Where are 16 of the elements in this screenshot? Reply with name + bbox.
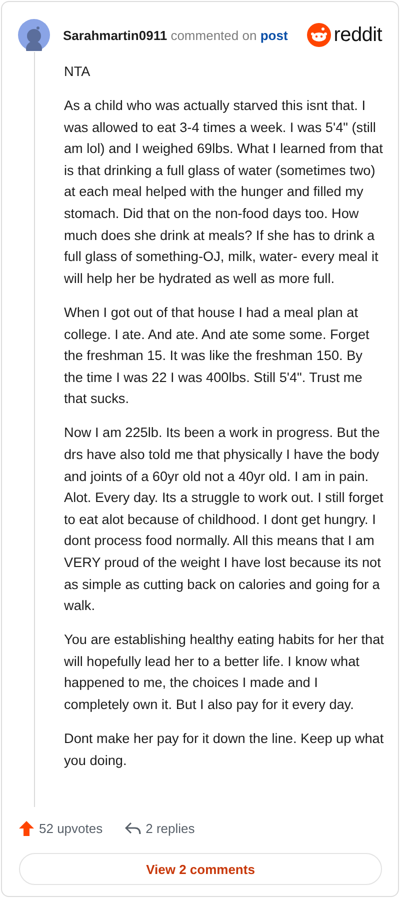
comment-paragraph: You are establishing healthy eating habits for her that will hopefully lead her to a better life. I know what happened to me, the choices I made and I completely own it. But I also pay for it every day. (64, 631, 384, 714)
upvote-icon[interactable] (19, 820, 34, 836)
avatar-icon (18, 19, 50, 51)
reply-icon[interactable] (124, 822, 141, 834)
comment-paragraph: NTA (64, 63, 92, 81)
comment-paragraph: When I got out of that house I had a meal plan at college. I ate. And ate. And ate some some. Forget the freshman 15. It was like the freshman 150. By the time I was 22 I was 400lbs. Still 5'4". Trust me that sucks. (64, 304, 370, 408)
comment-paragraph: As a child who was actually starved this isnt that. I was allowed to eat 3-4 times a week. I was 5'4" (still am lol) and I weighed 69lbs. What I learned from that is that drinking a full glass of water (sometimes two) at each meal helped with the hunger and filled my stomach. Did that on the non-food days too. How much does she drink at meals? If she has to drink a full glass of something-OJ, milk, water- every meal it will help her be hydrated as well as more full. (64, 97, 384, 288)
upvote-count: 52 upvotes (39, 820, 103, 836)
reply-count: 2 replies (146, 820, 195, 836)
comment-paragraph: Dont make her pay for it down the line. Keep up what you doing. (64, 730, 384, 770)
brand-name: reddit (334, 24, 382, 46)
comment-header: Sarahmartin0911 commented on post (63, 28, 289, 42)
reddit-logo-icon (306, 23, 331, 47)
view-comments-button[interactable]: View 2 comments (19, 853, 382, 885)
comment-paragraph: Now I am 225lb. Its been a work in progress. But the drs have also told me that physically I have the body and joints of a 60yr old not a 40yr old. I am in pain. Alot. Every day. Its a struggle to work out. I still forget to eat alot because of childhood. I dont get hungry. I dont process food normally. All this means that I am VERY proud of the weight I have lost because its not as simple as cutting back on calories and going for a walk. (64, 424, 384, 616)
post-link[interactable]: post (260, 28, 288, 42)
